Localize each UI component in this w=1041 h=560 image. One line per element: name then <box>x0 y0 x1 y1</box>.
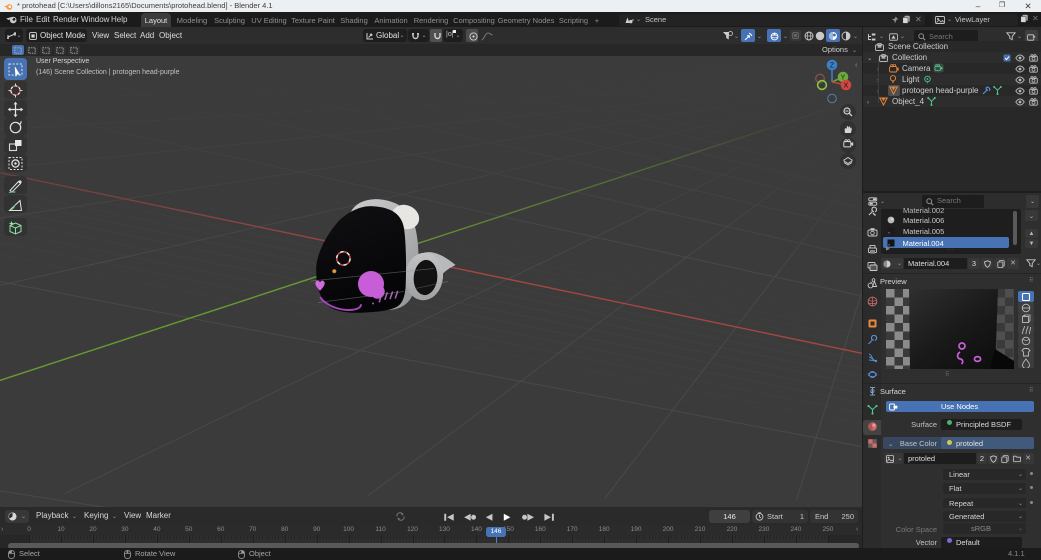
svg-text:X: X <box>844 83 849 90</box>
svg-text:Z: Z <box>830 63 835 70</box>
